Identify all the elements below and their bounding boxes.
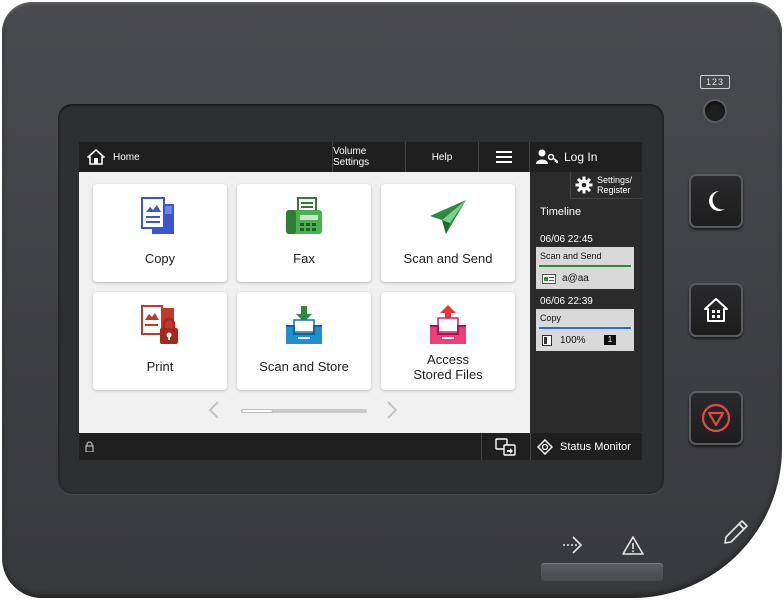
page-left-chevron-icon[interactable] <box>207 400 221 420</box>
copy-ratio-icon <box>542 335 552 346</box>
timeline-entry-copies-badge: 1 <box>604 335 616 345</box>
tile-print[interactable]: Print <box>93 292 227 390</box>
tile-scan-and-send[interactable]: Scan and Send <box>381 184 515 282</box>
tile-access-stored-files-label: Access Stored Files <box>381 352 515 382</box>
warning-icon <box>622 536 644 555</box>
tile-copy[interactable]: Copy <box>93 184 227 282</box>
email-address-icon <box>542 273 556 284</box>
page-scroll-indicator[interactable] <box>241 409 367 413</box>
timeline-entry-ratio: 100% <box>560 335 586 346</box>
home-button[interactable]: Home <box>79 142 159 172</box>
settings-label-line1: Settings/ <box>597 175 633 185</box>
touch-screen: Home Volume Settings Help Log In Copy Fa… <box>79 142 642 460</box>
tile-access-stored-files[interactable]: Access Stored Files <box>381 292 515 390</box>
counter-round-button[interactable] <box>703 99 727 123</box>
tile-copy-label: Copy <box>144 251 176 266</box>
tile-scan-and-store-label: Scan and Store <box>259 359 349 374</box>
switch-icon <box>495 437 516 456</box>
gear-icon <box>575 176 593 194</box>
tile-access-stored-files-label-line1: Access <box>427 352 469 367</box>
moon-icon <box>709 191 725 211</box>
timeline-entry-destination: a@aa <box>562 273 589 284</box>
bottom-bar: Status Monitor <box>79 433 642 460</box>
timeline-entry-detail: a@aa <box>542 273 589 284</box>
scan-and-send-icon <box>430 200 466 234</box>
timeline-entry-job: Scan and Send <box>540 251 602 261</box>
tile-access-stored-files-label-line2: Stored Files <box>413 367 483 382</box>
timeline-entry-progress-bar <box>539 327 631 329</box>
access-stored-files-icon <box>430 305 466 344</box>
fax-icon <box>286 197 322 234</box>
settings-register-button[interactable]: Settings/ Register <box>570 172 642 199</box>
user-key-icon <box>536 149 558 164</box>
timeline-entry-time: 06/06 22:45 <box>540 234 593 245</box>
page-right-chevron-icon[interactable] <box>385 400 399 420</box>
status-monitor-icon <box>537 438 553 455</box>
counter-check-key[interactable]: 123 <box>700 75 730 89</box>
timeline-entry-detail: 100% <box>542 335 586 346</box>
status-monitor-label: Status Monitor <box>560 440 631 453</box>
print-icon <box>141 305 178 344</box>
home-icon <box>87 149 105 165</box>
timeline-entry-copy[interactable]: Copy 100% 1 <box>536 309 634 351</box>
settings-register-label: Settings/ Register <box>597 175 632 195</box>
page-scroll-thumb[interactable] <box>241 409 273 413</box>
pen-icon <box>724 520 748 544</box>
stop-icon <box>701 403 731 433</box>
home-key[interactable] <box>689 283 743 337</box>
volume-settings-button[interactable]: Volume Settings <box>332 142 406 172</box>
switch-language-button[interactable] <box>481 433 530 460</box>
timeline-title: Timeline <box>540 206 582 218</box>
output-tray-edge <box>541 563 663 581</box>
help-button[interactable]: Help <box>406 142 478 172</box>
timeline-entry-scan-and-send[interactable]: Scan and Send a@aa <box>536 247 634 289</box>
top-bar: Home Volume Settings Help Log In <box>79 142 642 172</box>
tile-fax-label: Fax <box>293 251 315 266</box>
tile-scan-and-send-label: Scan and Send <box>403 251 493 266</box>
status-monitor-button[interactable]: Status Monitor <box>530 433 642 460</box>
timeline-entry-progress-bar <box>539 265 631 267</box>
login-label: Log In <box>564 150 598 164</box>
tile-scan-and-store[interactable]: Scan and Store <box>237 292 371 390</box>
home-label: Home <box>113 152 140 163</box>
tile-print-label: Print <box>146 359 174 374</box>
timeline-entry-time: 06/06 22:39 <box>540 296 593 307</box>
data-in-arrow-icon <box>563 536 583 554</box>
lock-icon[interactable] <box>85 441 94 452</box>
right-panel: Settings/ Register Timeline 06/06 22:45 … <box>530 172 642 433</box>
home-icon <box>704 298 728 322</box>
home-menu-area: Copy Fax Scan and Send Print Scan and St… <box>79 172 530 433</box>
login-button[interactable]: Log In <box>530 142 642 172</box>
scan-and-store-icon <box>286 306 322 344</box>
energy-saver-key[interactable] <box>689 174 743 228</box>
stop-key[interactable] <box>689 391 743 445</box>
settings-label-line2: Register <box>597 185 631 195</box>
tile-fax[interactable]: Fax <box>237 184 371 282</box>
timeline-entry-job: Copy <box>540 313 562 323</box>
hamburger-menu-icon <box>496 151 512 163</box>
copy-icon <box>141 197 174 234</box>
menu-button[interactable] <box>478 142 530 172</box>
